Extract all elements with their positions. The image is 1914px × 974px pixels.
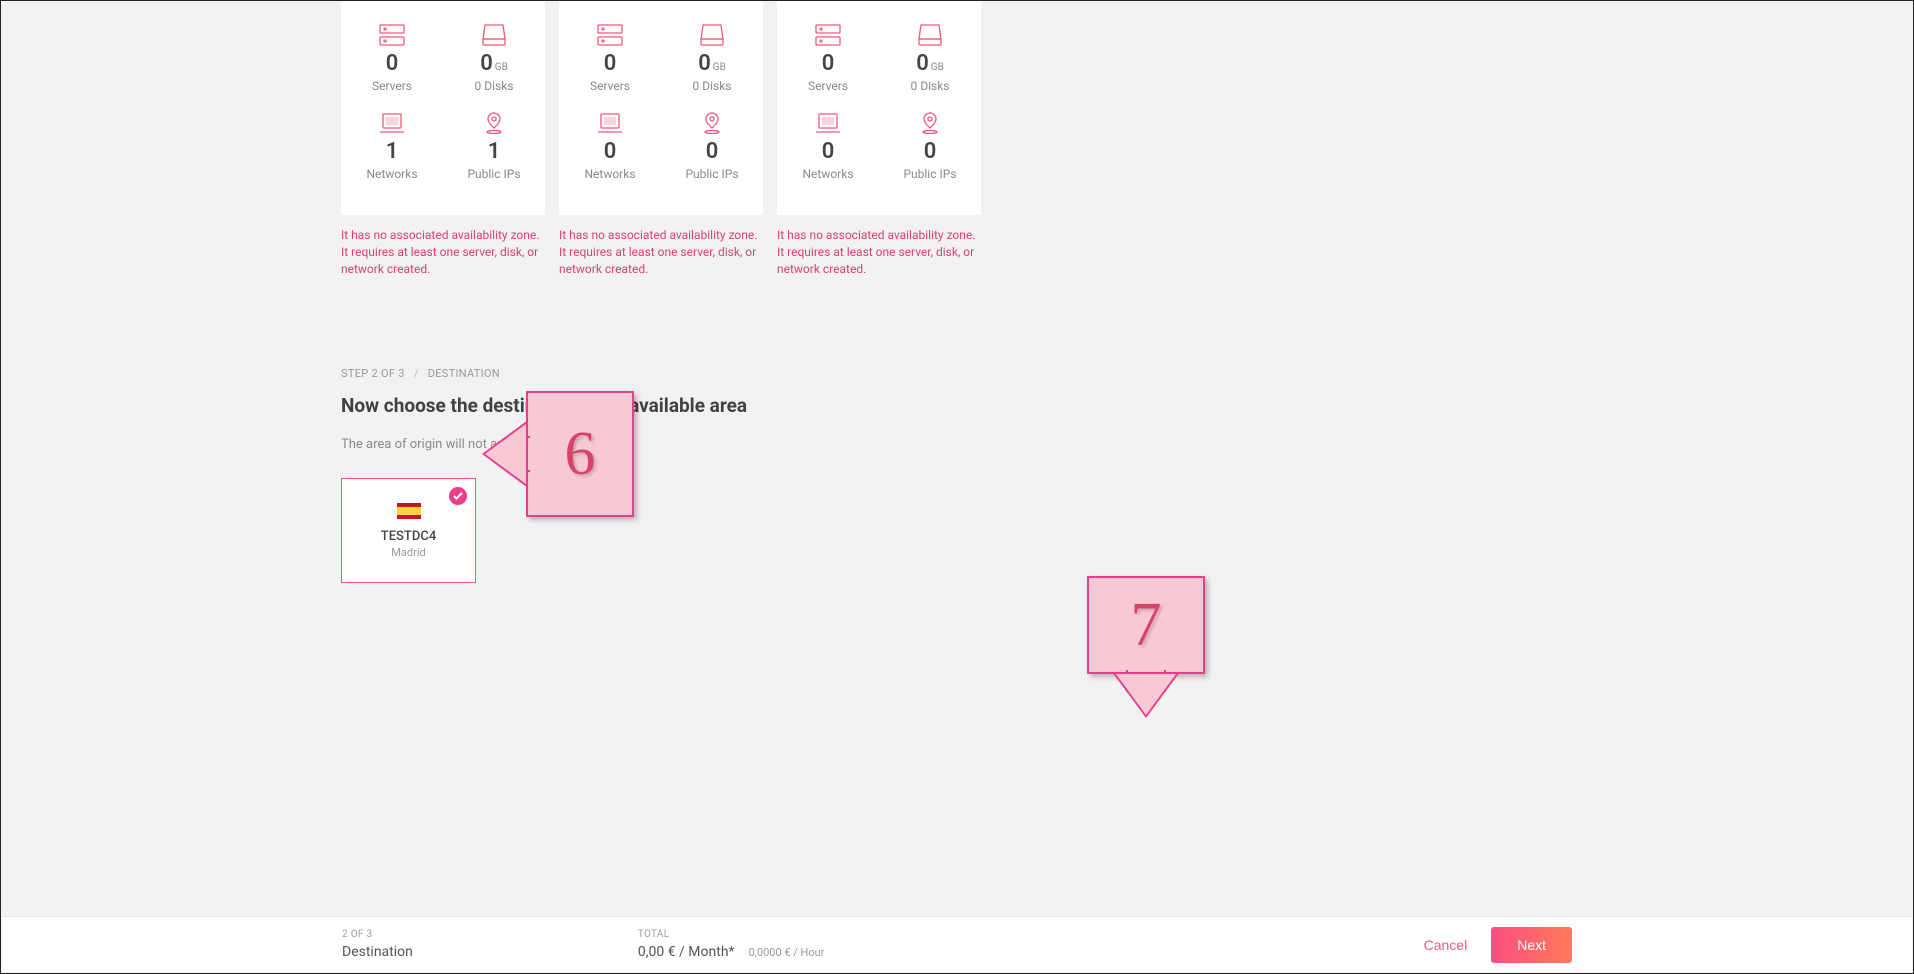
breadcrumb-section: DESTINATION (428, 367, 500, 380)
cancel-button[interactable]: Cancel (1424, 937, 1468, 953)
disks-unit: GB (931, 62, 944, 73)
networks-value: 0 (559, 141, 661, 163)
location-icon (443, 109, 545, 137)
breadcrumb-separator: / (414, 367, 419, 380)
disks-sub: 0 Disks (661, 79, 763, 93)
destination-city: Madrid (391, 546, 425, 559)
servers-value: 0 (341, 53, 443, 75)
callout-number: 6 (565, 419, 596, 490)
warning-text: It has no associated availability zone. … (777, 227, 981, 277)
server-icon (341, 21, 443, 49)
network-icon (777, 109, 879, 137)
breadcrumb-step: STEP 2 OF 3 (341, 367, 405, 380)
disk-icon (879, 21, 981, 49)
next-button[interactable]: Next (1491, 927, 1572, 963)
selected-check-icon (449, 487, 467, 505)
servers-label: Servers (341, 79, 443, 93)
footer-price-hour: 0,0000 € / Hour (749, 946, 825, 959)
footer-step-name: Destination (342, 944, 413, 960)
warning-text: It has no associated availability zone. … (559, 227, 763, 277)
publicips-cell: 0 Public IPs (879, 99, 981, 187)
networks-cell: 0 Networks (777, 99, 879, 187)
warning-row: It has no associated availability zone. … (341, 227, 1873, 277)
disks-cell: 0GB 0 Disks (661, 11, 763, 99)
disks-sub: 0 Disks (443, 79, 545, 93)
disks-value: 0 (698, 51, 711, 76)
publicips-value: 0 (661, 141, 763, 163)
disks-cell: 0GB 0 Disks (879, 11, 981, 99)
networks-label: Networks (777, 167, 879, 181)
warning-text: It has no associated availability zone. … (341, 227, 545, 277)
server-icon (777, 21, 879, 49)
footer-total-label: TOTAL (638, 929, 825, 940)
servers-label: Servers (559, 79, 661, 93)
resource-cards-row: 0 Servers 0GB 0 Disks 1 Networks (341, 1, 1873, 215)
location-icon (661, 109, 763, 137)
networks-cell: 1 Networks (341, 99, 443, 187)
callout-number: 7 (1131, 590, 1162, 661)
publicips-label: Public IPs (443, 167, 545, 181)
footer-price-month: 0,00 € / Month* (638, 944, 735, 960)
resource-card: 0 Servers 0GB 0 Disks 0 Networks (777, 1, 981, 215)
disks-value: 0 (916, 51, 929, 76)
wizard-footer: 2 OF 3 Destination TOTAL 0,00 € / Month*… (2, 916, 1912, 972)
network-icon (341, 109, 443, 137)
servers-label: Servers (777, 79, 879, 93)
disks-unit: GB (713, 62, 726, 73)
disk-icon (661, 21, 763, 49)
servers-value: 0 (777, 53, 879, 75)
destination-name: TESTDC4 (381, 529, 436, 544)
servers-value: 0 (559, 53, 661, 75)
networks-value: 0 (777, 141, 879, 163)
publicips-value: 0 (879, 141, 981, 163)
footer-step-count: 2 OF 3 (342, 929, 413, 940)
publicips-label: Public IPs (879, 167, 981, 181)
disks-value: 0 (480, 51, 493, 76)
resource-card: 0 Servers 0GB 0 Disks 1 Networks (341, 1, 545, 215)
networks-label: Networks (341, 167, 443, 181)
publicips-label: Public IPs (661, 167, 763, 181)
breadcrumb: STEP 2 OF 3 / DESTINATION (341, 367, 1873, 380)
publicips-value: 1 (443, 141, 545, 163)
networks-label: Networks (559, 167, 661, 181)
disks-sub: 0 Disks (879, 79, 981, 93)
disk-icon (443, 21, 545, 49)
disks-cell: 0GB 0 Disks (443, 11, 545, 99)
spain-flag-icon (397, 503, 421, 519)
disks-unit: GB (495, 62, 508, 73)
destination-card[interactable]: TESTDC4 Madrid (341, 478, 476, 583)
networks-value: 1 (341, 141, 443, 163)
publicips-cell: 0 Public IPs (661, 99, 763, 187)
publicips-cell: 1 Public IPs (443, 99, 545, 187)
networks-cell: 0 Networks (559, 99, 661, 187)
network-icon (559, 109, 661, 137)
location-icon (879, 109, 981, 137)
resource-card: 0 Servers 0GB 0 Disks 0 Networks (559, 1, 763, 215)
footer-step-info: 2 OF 3 Destination (342, 929, 413, 960)
footer-total: TOTAL 0,00 € / Month* 0,0000 € / Hour (638, 929, 825, 960)
servers-cell: 0 Servers (559, 11, 661, 99)
annotation-callout-6: 6 (526, 391, 634, 517)
annotation-callout-7: 7 (1087, 576, 1205, 674)
server-icon (559, 21, 661, 49)
servers-cell: 0 Servers (777, 11, 879, 99)
servers-cell: 0 Servers (341, 11, 443, 99)
